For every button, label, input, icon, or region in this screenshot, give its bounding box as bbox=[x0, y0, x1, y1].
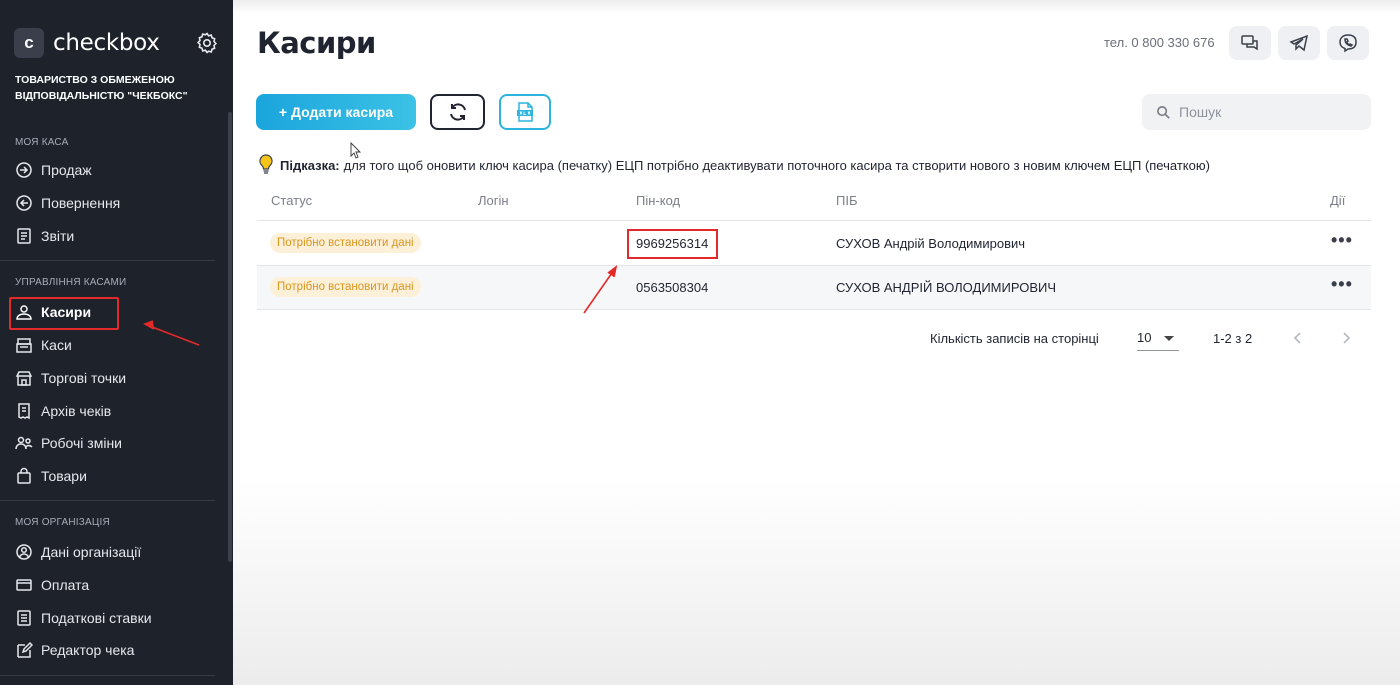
edit-icon bbox=[17, 641, 33, 658]
viber-icon bbox=[1339, 34, 1357, 53]
sidebar-scrollbar[interactable] bbox=[228, 112, 232, 562]
sidebar-item-label: Товари bbox=[41, 468, 87, 484]
register-icon bbox=[16, 338, 32, 353]
sidebar-item-label: Архів чеків bbox=[41, 403, 112, 419]
chat-button[interactable] bbox=[1229, 26, 1271, 60]
per-page-label: Кількість записів на сторінці bbox=[930, 331, 1099, 346]
logo[interactable]: c checkbox bbox=[14, 28, 219, 58]
xlsx-icon bbox=[517, 102, 533, 122]
sidebar-item-label: Податкові ставки bbox=[41, 610, 152, 626]
sidebar-item-goods[interactable]: Товари bbox=[15, 464, 215, 488]
receipt-archive-icon bbox=[18, 403, 30, 420]
return-icon bbox=[16, 195, 32, 211]
export-xlsx-button[interactable] bbox=[499, 94, 551, 130]
logo-mark: c bbox=[14, 28, 44, 58]
status-badge: Потрібно встановити дані bbox=[270, 277, 421, 297]
sidebar-item-label: Дані організації bbox=[41, 544, 142, 560]
lightbulb-icon bbox=[259, 154, 273, 174]
column-actions: Дії bbox=[1330, 193, 1346, 208]
chevron-left-icon[interactable] bbox=[1290, 330, 1306, 346]
sidebar-item-sale[interactable]: Продаж bbox=[15, 158, 215, 182]
per-page-value: 10 bbox=[1137, 330, 1152, 345]
page-title: Касири bbox=[257, 26, 376, 60]
sidebar-item-label: Оплата bbox=[41, 577, 90, 593]
sidebar-item-receipt-editor[interactable]: Редактор чека bbox=[15, 638, 215, 662]
sidebar-divider bbox=[0, 675, 215, 676]
chat-icon bbox=[1241, 35, 1258, 51]
search-input[interactable] bbox=[1179, 104, 1359, 120]
sidebar-item-return[interactable]: Повернення bbox=[15, 191, 215, 215]
sidebar-item-receipt-archive[interactable]: Архів чеків bbox=[15, 399, 215, 423]
sidebar-item-tax-rates[interactable]: Податкові ставки bbox=[15, 606, 215, 630]
store-icon bbox=[15, 371, 33, 386]
sidebar-divider bbox=[0, 500, 215, 501]
sidebar-item-label: Каси bbox=[41, 337, 72, 353]
table-row[interactable]: Потрібно встановити дані 9969256314 СУХО… bbox=[257, 222, 1371, 266]
sidebar-item-org-data[interactable]: Дані організації bbox=[15, 540, 215, 564]
sidebar-item-label: Редактор чека bbox=[41, 642, 135, 658]
column-status[interactable]: Статус bbox=[271, 193, 312, 208]
column-name[interactable]: ПІБ bbox=[836, 193, 858, 208]
add-cashier-button[interactable]: + Додати касира bbox=[256, 94, 416, 130]
payment-icon bbox=[16, 579, 32, 591]
hint-banner: Підказка: для того щоб оновити ключ каси… bbox=[258, 154, 1210, 176]
refresh-button[interactable] bbox=[430, 94, 485, 130]
row-actions-button[interactable]: ••• bbox=[1331, 274, 1353, 295]
pin-cell: 0563508304 bbox=[636, 280, 709, 295]
per-page-select[interactable]: 10 bbox=[1137, 327, 1179, 351]
page-range: 1-2 з 2 bbox=[1213, 331, 1253, 346]
gear-icon[interactable] bbox=[195, 31, 219, 55]
tax-icon bbox=[17, 610, 31, 626]
hint-label: Підказка: bbox=[280, 157, 340, 173]
sidebar-item-reports[interactable]: Звіти bbox=[15, 224, 215, 248]
sidebar-item-registers[interactable]: Каси bbox=[15, 333, 215, 357]
column-pin[interactable]: Пін-код bbox=[636, 193, 680, 208]
sidebar-item-label: Звіти bbox=[41, 228, 75, 244]
bag-icon bbox=[17, 467, 31, 484]
search-icon bbox=[1157, 105, 1170, 119]
sidebar-item-label: Продаж bbox=[41, 162, 92, 178]
highlight-box-cashiers bbox=[9, 297, 119, 330]
organization-name: ТОВАРИСТВО З ОБМЕЖЕНОЮ ВІДПОВІДАЛЬНІСТЮ … bbox=[15, 74, 188, 102]
telegram-button[interactable] bbox=[1278, 26, 1320, 60]
sidebar-item-payment[interactable]: Оплата bbox=[15, 573, 215, 597]
row-actions-button[interactable]: ••• bbox=[1331, 230, 1353, 251]
sidebar-divider bbox=[0, 260, 215, 261]
viber-button[interactable] bbox=[1327, 26, 1369, 60]
chevron-down-icon bbox=[1164, 336, 1174, 341]
search-field[interactable] bbox=[1142, 94, 1371, 130]
chevron-right-icon[interactable] bbox=[1338, 330, 1354, 346]
sidebar-item-stores[interactable]: Торгові точки bbox=[15, 366, 215, 390]
telegram-icon bbox=[1289, 34, 1309, 52]
section-title-register-management: УПРАВЛІННЯ КАСАМИ bbox=[15, 277, 127, 288]
logo-text: checkbox bbox=[53, 30, 160, 56]
status-badge: Потрібно встановити дані bbox=[270, 233, 421, 253]
login-arrow-icon bbox=[16, 162, 32, 178]
sidebar-item-label: Робочі зміни bbox=[41, 435, 123, 451]
section-title-my-organization: МОЯ ОРГАНІЗАЦІЯ bbox=[15, 517, 110, 528]
column-login[interactable]: Логін bbox=[478, 193, 509, 208]
table-header: Статус Логін Пін-код ПІБ Дії bbox=[257, 184, 1371, 221]
report-icon bbox=[17, 228, 31, 244]
sidebar-item-label: Повернення bbox=[41, 195, 121, 211]
highlight-box-pin bbox=[627, 229, 718, 259]
support-phone[interactable]: тел. 0 800 330 676 bbox=[1104, 35, 1215, 50]
name-cell: СУХОВ АНДРІЙ ВОЛОДИМИРОВИЧ bbox=[836, 280, 1057, 295]
section-title-my-register: МОЯ КАСА bbox=[15, 137, 69, 148]
sidebar: c checkbox ТОВАРИСТВО З ОБМЕЖЕНОЮ ВІДПОВ… bbox=[0, 0, 233, 685]
table-row[interactable]: Потрібно встановити дані 0563508304 СУХО… bbox=[257, 266, 1371, 310]
sidebar-item-label: Торгові точки bbox=[41, 370, 127, 386]
sidebar-item-shifts[interactable]: Робочі зміни bbox=[15, 431, 215, 455]
org-data-icon bbox=[16, 544, 32, 560]
refresh-icon bbox=[449, 103, 466, 121]
hint-text: для того щоб оновити ключ касира (печатк… bbox=[343, 157, 1210, 173]
shifts-icon bbox=[15, 436, 33, 450]
name-cell: СУХОВ Андрій Володимирович bbox=[836, 236, 1026, 251]
